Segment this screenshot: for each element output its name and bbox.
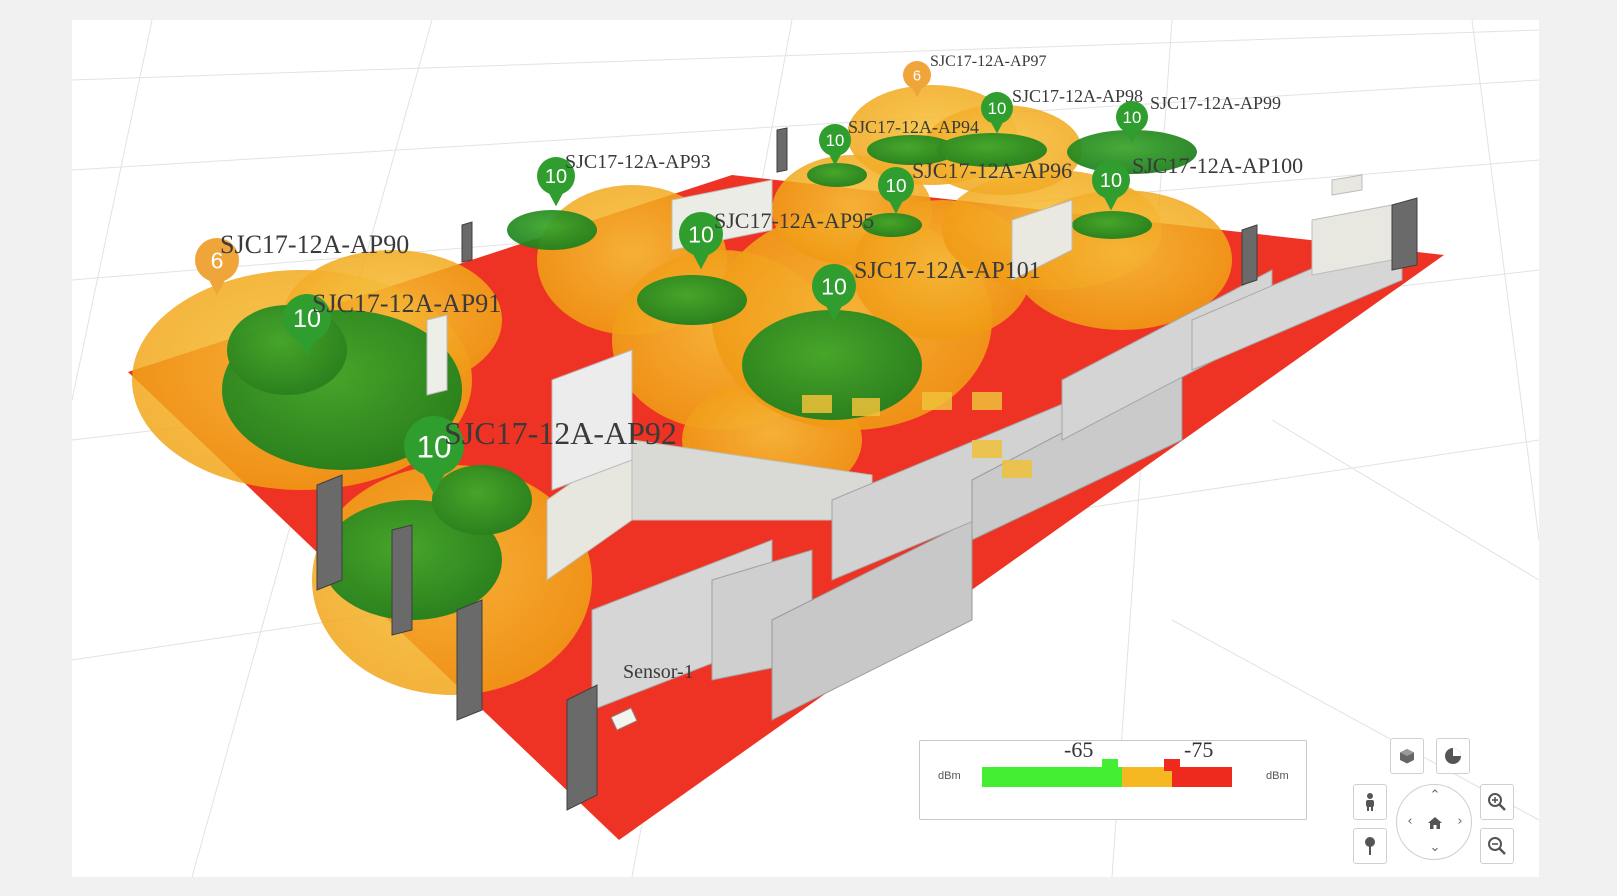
person-icon (1366, 793, 1374, 811)
pan-right-icon[interactable]: › (1453, 815, 1467, 829)
zoom-in-icon (1488, 793, 1506, 811)
ap-name-label: SJC17-12A-AP94 (848, 117, 979, 137)
legend-low-slider[interactable] (1164, 759, 1180, 771)
signal-legend: dBm dBm -65 -75 (919, 737, 1307, 820)
zoom-in-button[interactable] (1480, 784, 1514, 820)
ap-client-count: 10 (545, 166, 567, 188)
legend-unit-right: dBm (1266, 770, 1289, 782)
ap-name-label: SJC17-12A-AP95 (714, 208, 874, 233)
pan-down-icon[interactable]: ⌄ (1428, 841, 1442, 855)
ap-name-label: SJC17-12A-AP91 (312, 289, 501, 318)
ap-client-count: 10 (821, 273, 847, 299)
ap-name-label: SJC17-12A-AP93 (565, 151, 711, 173)
ap-client-count: 10 (988, 99, 1007, 118)
home-icon[interactable] (1427, 816, 1443, 830)
zoom-out-button[interactable] (1480, 828, 1514, 864)
ap-client-count: 10 (1100, 170, 1122, 192)
pin-icon (1365, 837, 1375, 855)
ap-name-label: SJC17-12A-AP97 (930, 53, 1046, 70)
sensor-label: Sensor-1 (623, 661, 694, 683)
view-3d-button[interactable] (1390, 738, 1424, 774)
legend-threshold-low: -75 (1184, 737, 1214, 762)
legend-threshold-high: -65 (1064, 737, 1094, 762)
legend-high-slider[interactable] (1102, 759, 1118, 771)
floor-scene[interactable]: Sensor-1 6 SJC17-12A-AP90 10 SJC17-12A-AP91… (72, 20, 1539, 877)
ap-client-count: 10 (885, 176, 906, 197)
ap-name-label: SJC17-12A-AP99 (1150, 93, 1281, 113)
pie-chart-icon (1445, 748, 1461, 764)
cube-icon (1400, 749, 1414, 764)
ap-client-count: 10 (688, 221, 714, 247)
ap-client-count: 10 (826, 131, 845, 150)
ap-client-count: 6 (913, 68, 921, 84)
legend-weak-segment (1172, 767, 1232, 787)
legend-strong-segment (982, 767, 1122, 787)
legend-unit-left: dBm (938, 770, 961, 782)
ap-client-count: 10 (1123, 108, 1142, 127)
navigation-dial[interactable]: ⌃ ⌄ ‹ › (1396, 784, 1472, 860)
ap-name-label: SJC17-12A-AP90 (220, 230, 409, 259)
pan-left-icon[interactable]: ‹ (1403, 815, 1417, 829)
ap-name-label: SJC17-12A-AP96 (912, 158, 1072, 183)
pan-up-icon[interactable]: ⌃ (1428, 789, 1442, 803)
ap-name-label: SJC17-12A-AP92 (444, 415, 677, 451)
zoom-out-icon (1488, 837, 1506, 855)
ap-name-label: SJC17-12A-AP98 (1012, 86, 1143, 106)
ap-name-label: SJC17-12A-AP101 (854, 258, 1041, 284)
pin-button[interactable] (1353, 828, 1387, 864)
ap-name-label: SJC17-12A-AP100 (1132, 153, 1303, 178)
coverage-chart-button[interactable] (1436, 738, 1470, 774)
person-view-button[interactable] (1353, 784, 1387, 820)
floor-3d-viewport[interactable]: Sensor-1 6 SJC17-12A-AP90 10 SJC17-12A-AP91… (72, 20, 1539, 877)
